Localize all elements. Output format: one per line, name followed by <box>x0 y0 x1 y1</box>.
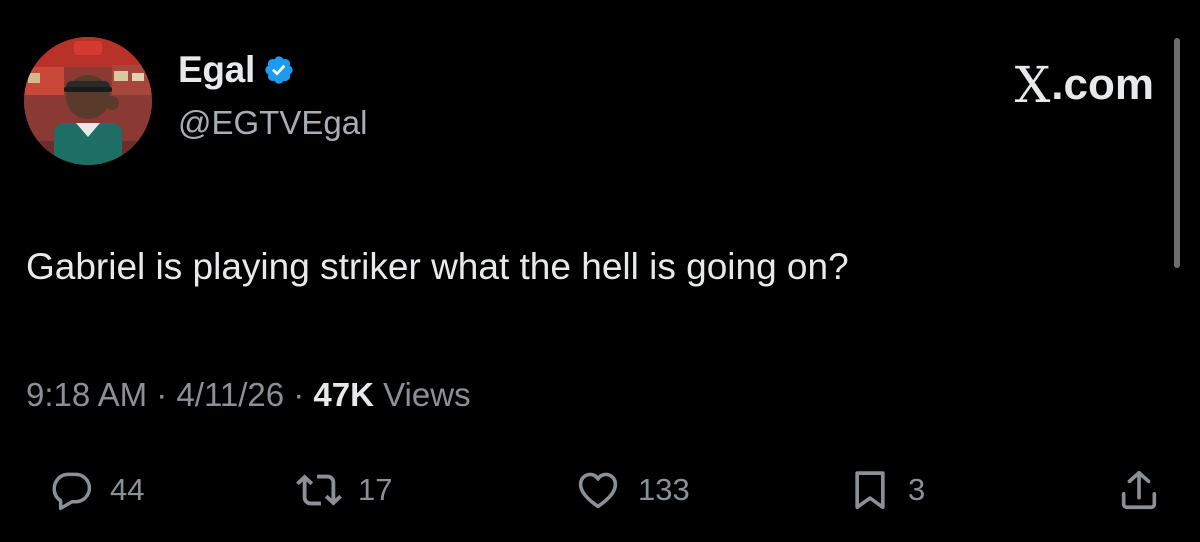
bookmark-count: 3 <box>908 472 926 507</box>
bookmark-button[interactable]: 3 <box>848 464 925 516</box>
tweet-text: Gabriel is playing striker what the hell… <box>26 246 849 287</box>
share-icon <box>1121 470 1157 510</box>
tweet-meta: 9:18 AM · 4/11/26 · 47K Views <box>26 376 471 414</box>
avatar[interactable] <box>24 37 152 165</box>
meta-separator: · <box>156 376 168 413</box>
reply-count: 44 <box>110 472 145 507</box>
action-bar: 44 17 133 3 <box>0 464 1200 516</box>
like-count: 133 <box>638 472 690 507</box>
x-com-logo: X .com <box>1015 56 1154 114</box>
tweet-date[interactable]: 4/11/26 <box>176 376 284 413</box>
verified-badge-icon <box>263 54 295 86</box>
brand-suffix: .com <box>1051 60 1154 109</box>
share-button[interactable] <box>1116 464 1162 516</box>
scrollbar[interactable] <box>1174 38 1180 268</box>
views-label: Views <box>383 376 471 413</box>
like-button[interactable]: 133 <box>574 464 690 516</box>
reply-icon <box>52 472 92 511</box>
repost-count: 17 <box>358 472 393 507</box>
user-handle[interactable]: @EGTVEgal <box>178 104 367 142</box>
heart-icon <box>578 472 618 509</box>
display-name[interactable]: Egal <box>178 49 255 91</box>
reply-button[interactable]: 44 <box>50 464 144 516</box>
repost-button[interactable]: 17 <box>296 464 392 516</box>
views-count[interactable]: 47K <box>313 376 374 413</box>
avatar-photo <box>24 37 152 165</box>
tweet-card: Egal @EGTVEgal X .com Gabriel is playing… <box>0 0 1200 542</box>
meta-separator: · <box>293 376 305 413</box>
display-name-row[interactable]: Egal <box>178 48 295 92</box>
tweet-time[interactable]: 9:18 AM <box>26 376 147 413</box>
repost-icon <box>296 474 342 506</box>
x-logo-icon: X <box>1014 56 1051 114</box>
bookmark-icon <box>855 471 885 510</box>
